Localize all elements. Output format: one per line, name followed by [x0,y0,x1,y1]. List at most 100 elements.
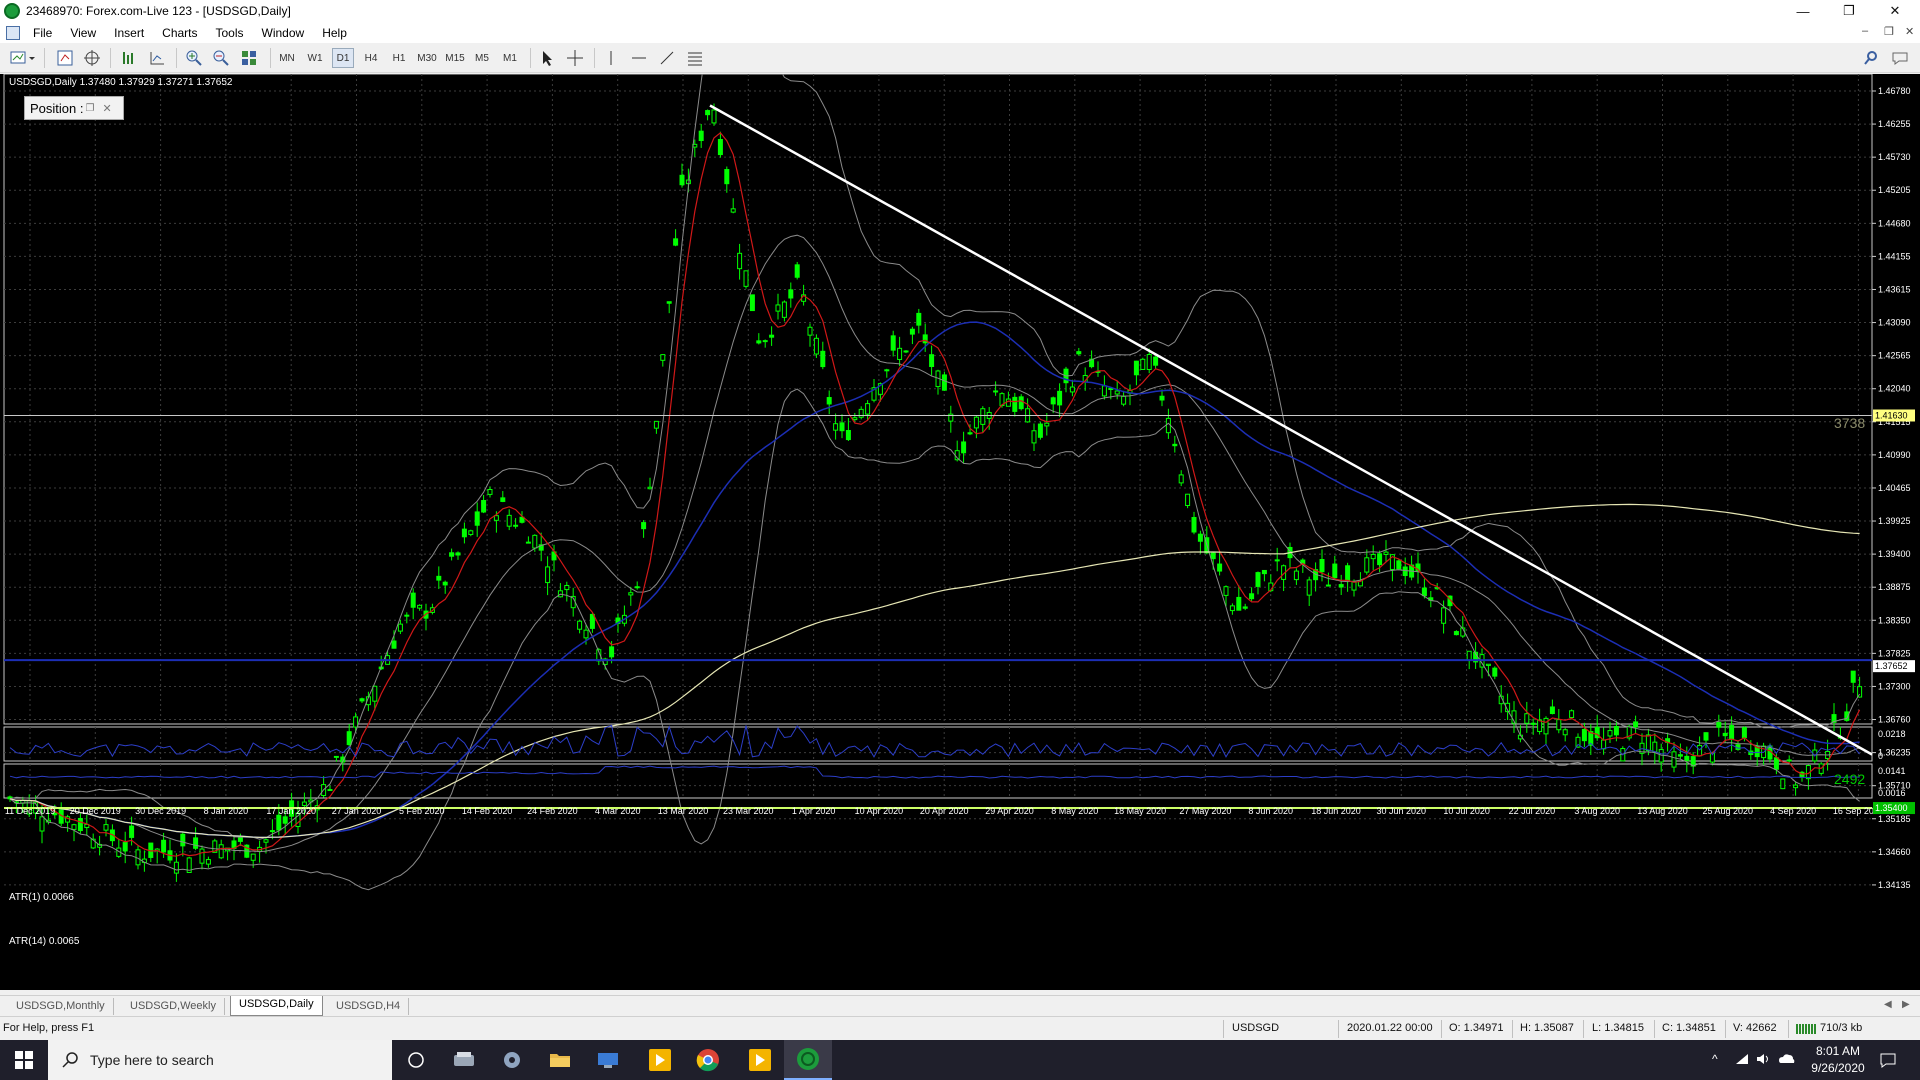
taskbar-clock[interactable]: 8:01 AM 9/26/2020 [1808,1043,1868,1077]
chrome-icon[interactable] [684,1040,732,1080]
metatrader-icon[interactable] [784,1040,832,1080]
price-label: 1.44155 [1878,251,1911,261]
app-scanner-icon[interactable] [440,1040,488,1080]
autoscroll-icon[interactable] [118,48,140,68]
menu-tools[interactable]: Tools [207,26,253,40]
candle-body [474,511,480,526]
candle-body [1569,710,1575,719]
candle-body [1050,397,1056,405]
app-slides-icon[interactable] [636,1040,684,1080]
mdi-minimize-icon[interactable]: – [1862,25,1868,37]
candle-body [1402,566,1408,577]
start-button[interactable] [0,1040,48,1080]
timeframe-m5[interactable]: M5 [471,48,493,68]
taskbar-search[interactable]: Type here to search [48,1040,392,1080]
menu-file[interactable]: File [24,26,61,40]
candle-body [359,698,365,702]
status-low: L: 1.34815 [1592,1022,1644,1034]
candle-body [1562,729,1568,736]
mdi-close-icon[interactable]: ✕ [1905,25,1914,38]
search-icon[interactable] [1860,48,1882,68]
wifi-icon[interactable] [1734,1052,1750,1069]
price-label: 1.43615 [1878,284,1911,294]
candle-body [1485,663,1491,666]
restore-button[interactable]: ❐ [1826,0,1872,22]
candle-body [1421,587,1427,597]
task-view-icon[interactable] [392,1040,440,1080]
tab-usdsgd-daily[interactable]: USDSGD,Daily [230,996,323,1016]
candle-body [865,403,871,415]
tab-usdsgd-weekly[interactable]: USDSGD,Weekly [122,998,225,1015]
candle-body [641,522,647,530]
restore-icon[interactable]: ❐ [85,103,94,114]
timeframe-m15[interactable]: M15 [442,48,468,68]
timeframe-m1[interactable]: M1 [499,48,521,68]
menu-insert[interactable]: Insert [105,26,153,40]
price-chart[interactable]: 1.46780 1.46255 1.45730 1.45205 1.44680 1.441… [0,74,1920,990]
vertical-line-icon[interactable] [600,48,622,68]
candle-body [749,294,755,312]
close-button[interactable]: ✕ [1872,0,1918,22]
candle-body [698,130,704,142]
tab-usdsgd-h4[interactable]: USDSGD,H4 [328,998,410,1015]
zoom-in-icon[interactable] [183,48,205,68]
candle-body [1069,386,1075,393]
chart-shift-icon[interactable] [146,48,168,68]
horizontal-line-icon[interactable] [628,48,650,68]
candle-body [173,861,179,874]
chat-icon[interactable] [1888,48,1912,68]
menu-window[interactable]: Window [253,26,314,40]
candle-body [762,340,768,343]
tray-chevron-icon[interactable]: ^ [1712,1052,1718,1066]
channel-icon[interactable] [684,48,706,68]
candle-body [218,844,224,859]
date-label: 18 Jun 2020 [1311,806,1361,816]
candle-body [1377,553,1383,566]
candle-body [1076,351,1082,355]
menu-view[interactable]: View [61,26,105,40]
timeframe-d1[interactable]: D1 [332,48,354,68]
new-chart-icon[interactable] [8,48,38,68]
navigator-icon[interactable] [81,48,103,68]
app-settings-tool-icon[interactable] [488,1040,536,1080]
app-slides-icon-2[interactable] [736,1040,784,1080]
position-panel[interactable]: Position : ❐ ✕ [24,96,124,120]
candle-body [1133,360,1139,376]
timeframe-m30[interactable]: M30 [414,48,440,68]
crosshair-icon[interactable] [564,48,586,68]
trendline-icon[interactable] [656,48,678,68]
close-icon[interactable]: ✕ [102,102,111,115]
timeframe-h4[interactable]: H4 [360,48,382,68]
timeframe-h1[interactable]: H1 [388,48,410,68]
tab-usdsgd-monthly[interactable]: USDSGD,Monthly [8,998,114,1015]
market-watch-icon[interactable] [54,48,76,68]
tab-scroll-right-icon[interactable]: ▶ [1902,999,1910,1010]
candle-body [1613,726,1619,736]
timeframe-w1[interactable]: W1 [304,48,326,68]
atr1-label: ATR(1) 0.0066 [9,892,74,903]
tile-windows-icon[interactable] [238,48,260,68]
mdi-restore-icon[interactable]: ❐ [1884,25,1894,38]
price-label: 1.39400 [1878,549,1911,559]
candle-body [391,640,397,649]
cursor-icon[interactable] [536,48,558,68]
tab-scroll-left-icon[interactable]: ◀ [1884,999,1892,1010]
candle-body [1780,778,1786,790]
timeframe-mn[interactable]: MN [276,48,298,68]
volume-icon[interactable] [1756,1052,1772,1069]
date-label: 30 Dec 2019 [135,806,186,816]
minimize-button[interactable]: — [1780,0,1826,22]
price-label: 1.38875 [1878,582,1911,592]
onedrive-icon[interactable] [1778,1052,1796,1069]
chart-window[interactable]: 1.46780 1.46255 1.45730 1.45205 1.44680 1.441… [0,74,1920,990]
chart-tabs: USDSGD,Monthly USDSGD,Weekly USDSGD,Dail… [0,995,1920,1016]
menu-help[interactable]: Help [313,26,356,40]
notifications-icon[interactable] [1880,1052,1896,1071]
candle-body [858,408,864,418]
date-label: 10 Jul 2020 [1443,806,1490,816]
file-explorer-icon[interactable] [536,1040,584,1080]
menu-charts[interactable]: Charts [153,26,206,40]
candle-body [129,825,135,838]
zoom-out-icon[interactable] [210,48,232,68]
app-monitor-icon[interactable] [584,1040,632,1080]
